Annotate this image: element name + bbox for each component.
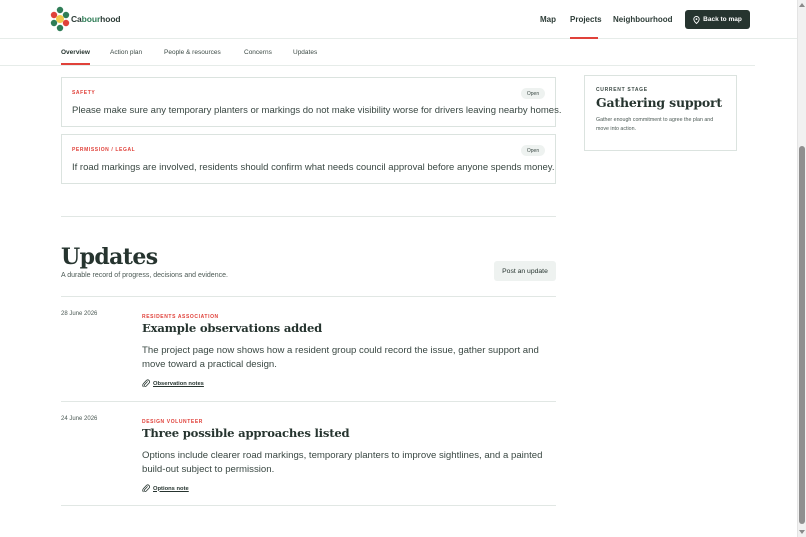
scroll-up-icon[interactable] — [799, 3, 805, 7]
update-title: Example observations added — [142, 321, 323, 335]
concern-text: If road markings are involved, residents… — [72, 162, 555, 173]
site-logo[interactable]: Cabourhood — [50, 6, 121, 32]
map-pin-icon — [693, 15, 700, 24]
updates-subtitle: A durable record of progress, decisions … — [61, 272, 228, 279]
logo-mark-icon — [50, 6, 70, 32]
status-badge: Open — [521, 88, 545, 99]
attachment-label: Observation notes — [153, 380, 204, 387]
update-author-role: Design volunteer — [142, 419, 203, 425]
update-body: Options include clearer road markings, t… — [142, 450, 543, 475]
concern-category: Permission / legal — [72, 147, 136, 153]
tab-people-resources[interactable]: People & resources — [164, 39, 221, 65]
paperclip-icon — [142, 379, 150, 388]
tab-updates[interactable]: Updates — [293, 39, 317, 65]
site-header: Cabourhood Map Projects Neighbourhood Ba… — [0, 0, 797, 39]
updates-heading: Updates — [61, 244, 158, 270]
tab-concerns[interactable]: Concerns — [244, 39, 272, 65]
nav-map[interactable]: Map — [540, 0, 556, 39]
current-stage-panel: Current stage Gathering support Gather e… — [584, 75, 737, 151]
vertical-scrollbar[interactable] — [797, 0, 806, 537]
paperclip-icon — [142, 484, 150, 493]
update-title: Three possible approaches listed — [142, 426, 350, 440]
stage-title: Gathering support — [596, 95, 723, 110]
nav-projects-link[interactable]: Projects — [570, 15, 602, 24]
concern-card: Safety Open Please make sure any tempora… — [61, 77, 561, 127]
tab-overview[interactable]: Overview — [61, 39, 90, 65]
update-body: The project page now shows how a residen… — [142, 345, 539, 370]
post-update-button[interactable]: Post an update — [494, 261, 556, 281]
update-attachment-link[interactable]: Options note — [142, 484, 189, 493]
section-divider — [61, 296, 556, 297]
update-author-role: Residents association — [142, 314, 219, 320]
section-divider — [61, 216, 556, 217]
section-divider — [61, 505, 556, 506]
concern-category: Safety — [72, 90, 96, 96]
stage-label: Current stage — [596, 87, 648, 93]
scrollbar-thumb[interactable] — [799, 146, 805, 524]
update-attachment-link[interactable]: Observation notes — [142, 379, 204, 388]
tab-action-plan[interactable]: Action plan — [110, 39, 142, 65]
stage-description: Gather enough commitment to agree the pl… — [596, 117, 714, 132]
concern-card: Permission / legal Open If road markings… — [61, 134, 556, 184]
page: Cabourhood Map Projects Neighbourhood Ba… — [0, 0, 797, 537]
attachment-label: Options note — [153, 485, 189, 492]
update-date: 24 June 2026 — [61, 416, 98, 422]
nav-projects[interactable]: Projects — [570, 0, 602, 39]
back-to-map-label: Back to map — [703, 16, 742, 23]
nav-neighbourhood-link[interactable]: Neighbourhood — [613, 15, 673, 24]
section-divider — [61, 401, 556, 402]
scroll-down-icon[interactable] — [799, 530, 805, 534]
update-date: 28 June 2026 — [61, 311, 98, 317]
back-to-map-button[interactable]: Back to map — [685, 10, 750, 29]
logo-wordmark: Cabourhood — [71, 14, 121, 24]
project-subnav: Overview Action plan People & resources … — [0, 39, 755, 66]
concern-text: Please make sure any temporary planters … — [72, 105, 562, 116]
nav-neighbourhood[interactable]: Neighbourhood — [613, 0, 673, 39]
status-badge: Open — [521, 145, 545, 156]
nav-map-link[interactable]: Map — [540, 15, 556, 24]
